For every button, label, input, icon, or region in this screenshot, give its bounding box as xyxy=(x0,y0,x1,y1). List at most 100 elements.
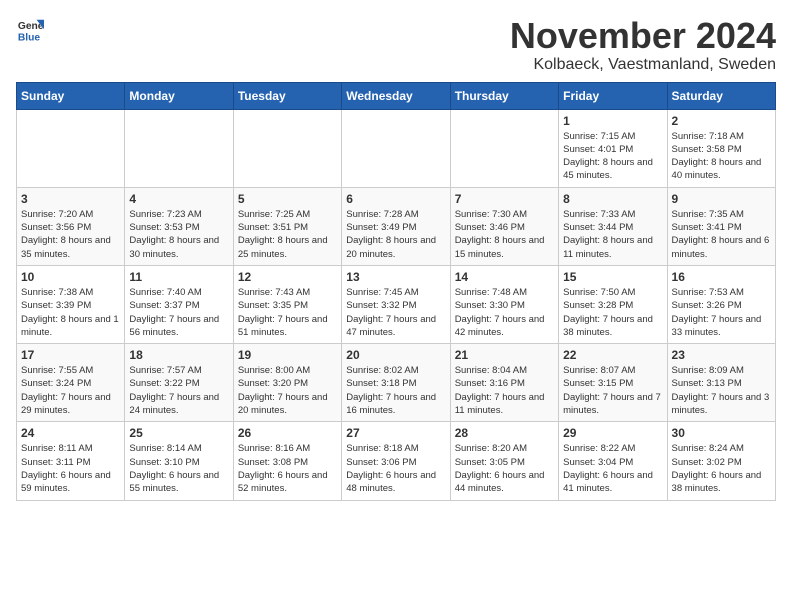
week-row-1: 1 Sunrise: 7:15 AM Sunset: 4:01 PM Daylig… xyxy=(17,109,776,187)
calendar-subtitle: Kolbaeck, Vaestmanland, Sweden xyxy=(510,56,776,74)
day-number: 25 xyxy=(129,426,228,440)
day-number: 1 xyxy=(563,114,662,128)
header-sunday: Sunday xyxy=(17,82,125,109)
day-cell: 9Sunrise: 7:35 AM Sunset: 3:41 PM Daylig… xyxy=(667,187,775,265)
logo-icon: General Blue xyxy=(16,16,44,44)
day-info: Sunrise: 8:18 AM Sunset: 3:06 PM Dayligh… xyxy=(346,442,445,495)
day-number: 19 xyxy=(238,348,337,362)
day-cell: 26 Sunrise: 8:16 AM Sunset: 3:08 PM Dayli… xyxy=(233,422,341,500)
day-number: 11 xyxy=(129,270,228,284)
day-number: 8 xyxy=(563,192,662,206)
day-number: 30 xyxy=(672,426,771,440)
calendar-title: November 2024 xyxy=(510,16,776,56)
day-info: Sunrise: 7:23 AM Sunset: 3:53 PM Dayligh… xyxy=(129,208,228,261)
header-tuesday: Tuesday xyxy=(233,82,341,109)
day-cell: 6 Sunrise: 7:28 AM Sunset: 3:49 PM Daylig… xyxy=(342,187,450,265)
day-info: Sunrise: 8:07 AM Sunset: 3:15 PM Dayligh… xyxy=(563,364,662,417)
day-info: Sunrise: 7:18 AM Sunset: 3:58 PM Dayligh… xyxy=(672,130,771,183)
day-number: 22 xyxy=(563,348,662,362)
day-info: Sunrise: 7:38 AM Sunset: 3:39 PM Dayligh… xyxy=(21,286,120,339)
logo: General Blue xyxy=(16,16,44,44)
day-info: Sunrise: 7:33 AM Sunset: 3:44 PM Dayligh… xyxy=(563,208,662,261)
day-number: 26 xyxy=(238,426,337,440)
day-info: Sunrise: 7:53 AM Sunset: 3:26 PM Dayligh… xyxy=(672,286,771,339)
header: General Blue November 2024 Kolbaeck, Vae… xyxy=(16,16,776,74)
day-cell: 12 Sunrise: 7:43 AM Sunset: 3:35 PM Dayli… xyxy=(233,265,341,343)
day-number: 27 xyxy=(346,426,445,440)
day-number: 18 xyxy=(129,348,228,362)
day-number: 14 xyxy=(455,270,554,284)
day-number: 17 xyxy=(21,348,120,362)
day-info: Sunrise: 8:04 AM Sunset: 3:16 PM Dayligh… xyxy=(455,364,554,417)
day-info: Sunrise: 7:55 AM Sunset: 3:24 PM Dayligh… xyxy=(21,364,120,417)
header-saturday: Saturday xyxy=(667,82,775,109)
day-number: 28 xyxy=(455,426,554,440)
header-friday: Friday xyxy=(559,82,667,109)
day-info: Sunrise: 8:24 AM Sunset: 3:02 PM Dayligh… xyxy=(672,442,771,495)
day-number: 21 xyxy=(455,348,554,362)
day-number: 6 xyxy=(346,192,445,206)
calendar-table: SundayMondayTuesdayWednesdayThursdayFrid… xyxy=(16,82,776,501)
day-number: 2 xyxy=(672,114,771,128)
day-cell: 5 Sunrise: 7:25 AM Sunset: 3:51 PM Daylig… xyxy=(233,187,341,265)
title-area: November 2024 Kolbaeck, Vaestmanland, Sw… xyxy=(510,16,776,74)
day-number: 29 xyxy=(563,426,662,440)
day-cell xyxy=(450,109,558,187)
day-info: Sunrise: 8:02 AM Sunset: 3:18 PM Dayligh… xyxy=(346,364,445,417)
day-info: Sunrise: 7:20 AM Sunset: 3:56 PM Dayligh… xyxy=(21,208,120,261)
day-info: Sunrise: 8:14 AM Sunset: 3:10 PM Dayligh… xyxy=(129,442,228,495)
day-info: Sunrise: 7:43 AM Sunset: 3:35 PM Dayligh… xyxy=(238,286,337,339)
day-cell: 14 Sunrise: 7:48 AM Sunset: 3:30 PM Dayli… xyxy=(450,265,558,343)
day-cell: 23 Sunrise: 8:09 AM Sunset: 3:13 PM Dayli… xyxy=(667,344,775,422)
day-cell: 7Sunrise: 7:30 AM Sunset: 3:46 PM Daylig… xyxy=(450,187,558,265)
day-info: Sunrise: 7:25 AM Sunset: 3:51 PM Dayligh… xyxy=(238,208,337,261)
day-number: 4 xyxy=(129,192,228,206)
day-cell xyxy=(125,109,233,187)
day-cell: 4 Sunrise: 7:23 AM Sunset: 3:53 PM Daylig… xyxy=(125,187,233,265)
day-number: 10 xyxy=(21,270,120,284)
day-cell: 22 Sunrise: 8:07 AM Sunset: 3:15 PM Dayli… xyxy=(559,344,667,422)
day-info: Sunrise: 8:11 AM Sunset: 3:11 PM Dayligh… xyxy=(21,442,120,495)
day-number: 16 xyxy=(672,270,771,284)
day-info: Sunrise: 7:57 AM Sunset: 3:22 PM Dayligh… xyxy=(129,364,228,417)
day-cell: 27 Sunrise: 8:18 AM Sunset: 3:06 PM Dayli… xyxy=(342,422,450,500)
calendar-header-row: SundayMondayTuesdayWednesdayThursdayFrid… xyxy=(17,82,776,109)
day-number: 5 xyxy=(238,192,337,206)
day-number: 24 xyxy=(21,426,120,440)
day-info: Sunrise: 8:16 AM Sunset: 3:08 PM Dayligh… xyxy=(238,442,337,495)
day-cell: 30 Sunrise: 8:24 AM Sunset: 3:02 PM Dayli… xyxy=(667,422,775,500)
day-info: Sunrise: 7:50 AM Sunset: 3:28 PM Dayligh… xyxy=(563,286,662,339)
day-cell: 20 Sunrise: 8:02 AM Sunset: 3:18 PM Dayli… xyxy=(342,344,450,422)
day-cell: 29Sunrise: 8:22 AM Sunset: 3:04 PM Dayli… xyxy=(559,422,667,500)
day-cell: 10 Sunrise: 7:38 AM Sunset: 3:39 PM Dayli… xyxy=(17,265,125,343)
day-cell xyxy=(342,109,450,187)
day-cell: 3Sunrise: 7:20 AM Sunset: 3:56 PM Daylig… xyxy=(17,187,125,265)
day-cell xyxy=(17,109,125,187)
day-cell: 15 Sunrise: 7:50 AM Sunset: 3:28 PM Dayli… xyxy=(559,265,667,343)
day-cell: 17 Sunrise: 7:55 AM Sunset: 3:24 PM Dayli… xyxy=(17,344,125,422)
day-info: Sunrise: 7:45 AM Sunset: 3:32 PM Dayligh… xyxy=(346,286,445,339)
day-info: Sunrise: 8:20 AM Sunset: 3:05 PM Dayligh… xyxy=(455,442,554,495)
day-number: 9 xyxy=(672,192,771,206)
day-number: 23 xyxy=(672,348,771,362)
day-cell: 8 Sunrise: 7:33 AM Sunset: 3:44 PM Daylig… xyxy=(559,187,667,265)
day-cell: 11 Sunrise: 7:40 AM Sunset: 3:37 PM Dayli… xyxy=(125,265,233,343)
header-wednesday: Wednesday xyxy=(342,82,450,109)
day-info: Sunrise: 7:48 AM Sunset: 3:30 PM Dayligh… xyxy=(455,286,554,339)
day-number: 20 xyxy=(346,348,445,362)
day-info: Sunrise: 8:09 AM Sunset: 3:13 PM Dayligh… xyxy=(672,364,771,417)
week-row-3: 10 Sunrise: 7:38 AM Sunset: 3:39 PM Dayli… xyxy=(17,265,776,343)
day-number: 12 xyxy=(238,270,337,284)
day-info: Sunrise: 7:40 AM Sunset: 3:37 PM Dayligh… xyxy=(129,286,228,339)
header-thursday: Thursday xyxy=(450,82,558,109)
day-info: Sunrise: 7:15 AM Sunset: 4:01 PM Dayligh… xyxy=(563,130,662,183)
week-row-5: 24 Sunrise: 8:11 AM Sunset: 3:11 PM Dayli… xyxy=(17,422,776,500)
day-cell: 19Sunrise: 8:00 AM Sunset: 3:20 PM Dayli… xyxy=(233,344,341,422)
day-cell: 18 Sunrise: 7:57 AM Sunset: 3:22 PM Dayli… xyxy=(125,344,233,422)
day-number: 15 xyxy=(563,270,662,284)
svg-text:Blue: Blue xyxy=(18,32,41,43)
day-info: Sunrise: 7:28 AM Sunset: 3:49 PM Dayligh… xyxy=(346,208,445,261)
day-cell xyxy=(233,109,341,187)
day-cell: 25 Sunrise: 8:14 AM Sunset: 3:10 PM Dayli… xyxy=(125,422,233,500)
day-cell: 2 Sunrise: 7:18 AM Sunset: 3:58 PM Daylig… xyxy=(667,109,775,187)
